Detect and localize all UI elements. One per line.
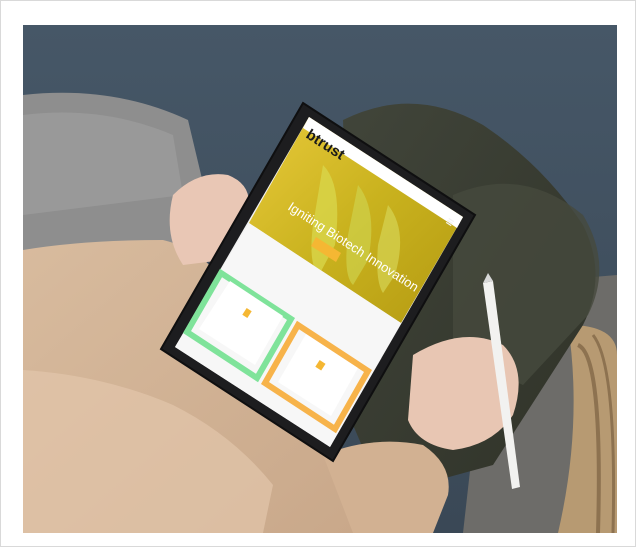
image-frame: btrust Igniting Biotech Innovation [0, 0, 636, 547]
photo: btrust Igniting Biotech Innovation [23, 25, 617, 533]
photo-illustration: btrust Igniting Biotech Innovation [23, 25, 617, 533]
